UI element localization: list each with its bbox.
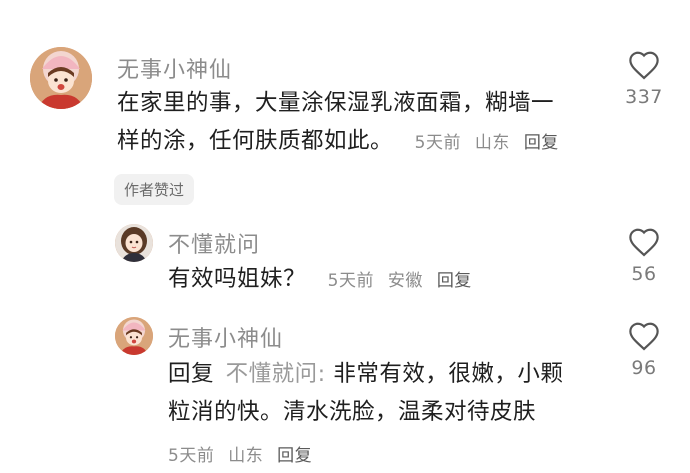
reply-text-row: 有效吗姐妹？ 5天前 安徽 回复 bbox=[168, 260, 480, 300]
reply-text-line: 粒消的快。清水洗脸，温柔对待皮肤 bbox=[168, 399, 537, 425]
reply-meta: 5天前 山东 回复 bbox=[168, 441, 320, 466]
like-control[interactable]: 56 bbox=[614, 227, 674, 285]
comment-username[interactable]: 无事小神仙 bbox=[117, 52, 232, 84]
like-count: 96 bbox=[631, 357, 657, 379]
reply-target-username[interactable]: 不懂就问: bbox=[226, 361, 326, 387]
reply-location: 山东 bbox=[228, 446, 264, 466]
like-control[interactable]: 96 bbox=[614, 321, 674, 379]
reply-meta: 5天前 安徽 回复 bbox=[328, 271, 480, 291]
heart-outline-icon[interactable] bbox=[627, 50, 661, 80]
reply-time: 5天前 bbox=[327, 271, 374, 291]
avatar-girl-brown-hair-icon bbox=[115, 224, 153, 262]
reply-text: 有效吗姐妹？ bbox=[168, 266, 307, 292]
reply-button[interactable]: 回复 bbox=[524, 133, 559, 153]
comment-meta: 5天前 山东 回复 bbox=[415, 133, 567, 153]
reply-username[interactable]: 不懂就问 bbox=[168, 227, 260, 259]
author-liked-badge: 作者赞过 bbox=[114, 174, 195, 205]
reply-button[interactable]: 回复 bbox=[277, 446, 312, 466]
reply-username[interactable]: 无事小神仙 bbox=[168, 321, 283, 353]
comment-text: 在家里的事，大量涂保湿乳液面霜，糊墙一 样的涂，任何肤质都如此。 5天前 山东 … bbox=[117, 84, 587, 162]
heart-outline-icon[interactable] bbox=[627, 227, 661, 257]
avatar[interactable] bbox=[115, 224, 153, 262]
reply-text: 回复 不懂就问: 非常有效，很嫩，小颗 粒消的快。清水洗脸，温柔对待皮肤 bbox=[168, 355, 608, 431]
like-count: 56 bbox=[631, 263, 657, 285]
comment-location: 山东 bbox=[474, 133, 510, 153]
heart-outline-icon[interactable] bbox=[627, 321, 661, 351]
like-control[interactable]: 337 bbox=[614, 50, 674, 108]
reply-prefix: 回复 bbox=[168, 361, 215, 387]
avatar-girl-pink-hat-icon bbox=[30, 47, 92, 109]
avatar[interactable] bbox=[30, 47, 92, 109]
reply-item: 不懂就问 有效吗姐妹？ 5天前 安徽 回复 56 bbox=[0, 215, 690, 305]
reply-button[interactable]: 回复 bbox=[437, 271, 472, 291]
reply-item: 无事小神仙 回复 不懂就问: 非常有效，很嫩，小颗 粒消的快。清水洗脸，温柔对待… bbox=[0, 305, 690, 473]
comment-item: 无事小神仙 在家里的事，大量涂保湿乳液面霜，糊墙一 样的涂，任何肤质都如此。 5… bbox=[0, 0, 690, 215]
avatar[interactable] bbox=[115, 317, 153, 355]
reply-time: 5天前 bbox=[168, 446, 215, 466]
comment-time: 5天前 bbox=[414, 133, 461, 153]
like-count: 337 bbox=[625, 86, 663, 108]
avatar-girl-pink-hat-icon bbox=[115, 317, 153, 355]
comment-text-line: 在家里的事，大量涂保湿乳液面霜，糊墙一 bbox=[117, 90, 555, 116]
comment-text-line: 样的涂，任何肤质都如此。 bbox=[117, 128, 394, 154]
reply-text-line: 非常有效，很嫩，小颗 bbox=[333, 361, 564, 387]
reply-location: 安徽 bbox=[387, 271, 423, 291]
